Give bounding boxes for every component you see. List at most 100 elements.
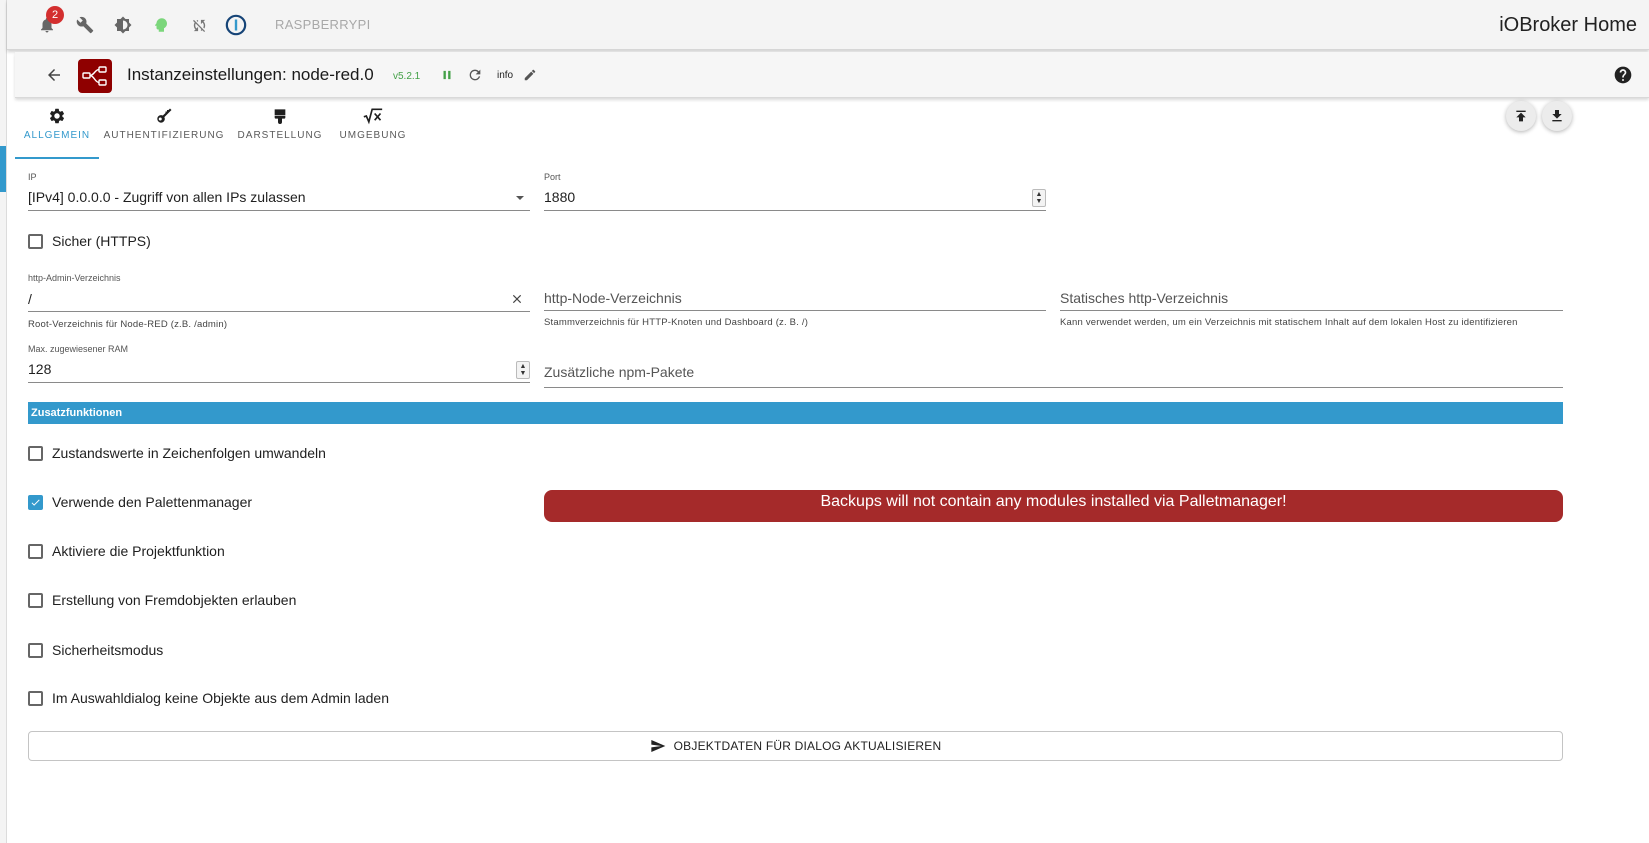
tab-allgemein[interactable]: ALLGEMEIN (15, 103, 99, 159)
palette-manager-warning: Backups will not contain any modules ins… (544, 490, 1563, 522)
notification-badge: 2 (46, 6, 64, 24)
page-title: Instanzeinstellungen: node-red.0 (127, 65, 374, 84)
reload-instance-button[interactable] (465, 65, 485, 85)
admin-dir-underline (28, 311, 530, 312)
option-checkbox-palette-manager[interactable] (28, 495, 43, 510)
port-input[interactable]: Port 1880 (544, 172, 1046, 205)
active-menu-marker (0, 146, 6, 192)
left-drawer-strip (0, 0, 7, 843)
option-checkbox-no-admin-objects[interactable] (28, 691, 43, 706)
brightness-icon (114, 16, 132, 34)
option-checkbox-foreign-objects[interactable] (28, 593, 43, 608)
ip-select[interactable]: IP [IPv4] 0.0.0.0 - Zugriff von allen IP… (28, 172, 530, 205)
notifications-button[interactable]: 2 (34, 6, 64, 38)
node-red-logo (78, 59, 112, 93)
back-button[interactable] (42, 63, 66, 87)
update-button-label: OBJEKTDATEN FÜR DIALOG AKTUALISIEREN (673, 739, 942, 753)
pause-instance-button[interactable] (437, 65, 457, 85)
sync-button[interactable] (186, 12, 212, 38)
host-name: RASPBERRYPI (275, 17, 371, 32)
tab-label: ALLGEMEIN (23, 130, 91, 141)
section-header-zusatzfunktionen: Zusatzfunktionen (28, 402, 1563, 424)
port-underline (544, 210, 1046, 211)
top-app-bar: 2 RASPBERRYPI iOBroker Home (7, 0, 1649, 50)
gear-icon (49, 108, 65, 124)
app-title: iOBroker Home (1499, 14, 1637, 36)
max-ram-input[interactable]: Max. zugewiesener RAM 128 (28, 344, 530, 377)
admin-dir-input[interactable]: http-Admin-Verzeichnis / (28, 273, 530, 307)
option-label: Verwende den Palettenmanager (52, 494, 253, 510)
port-label: Port (544, 172, 561, 182)
checkmark-icon (31, 499, 40, 506)
static-dir-underline (1060, 310, 1563, 311)
node-dir-underline (544, 310, 1046, 311)
upload-icon (1516, 110, 1526, 122)
edit-loglevel-button[interactable] (520, 65, 540, 85)
static-dir-input[interactable]: Statisches http-Verzeichnis (1060, 290, 1228, 306)
head-icon (154, 18, 167, 32)
port-stepper[interactable]: ▲ ▼ (1032, 189, 1046, 207)
pause-icon (443, 70, 451, 80)
node-dir-helper: Stammverzeichnis für HTTP-Knoten und Das… (544, 317, 809, 328)
option-checkbox-safe-mode[interactable] (28, 643, 43, 658)
option-label: Zustandswerte in Zeichenfolgen umwandeln (52, 445, 326, 461)
sqrt-x-icon (363, 108, 383, 125)
admin-dir-label: http-Admin-Verzeichnis (28, 273, 121, 283)
option-label: Im Auswahldialog keine Objekte aus dem A… (52, 690, 389, 706)
settings-wrench-button[interactable] (72, 12, 98, 38)
upload-config-button[interactable] (1506, 101, 1536, 131)
close-icon (512, 294, 522, 304)
tab-authentifizierung[interactable]: AUTHENTIFIZIERUNG (104, 103, 223, 159)
admin-dir-value: / (28, 291, 32, 307)
max-ram-value: 128 (28, 361, 52, 377)
option-checkbox-projects[interactable] (28, 544, 43, 559)
help-button[interactable] (1611, 63, 1635, 87)
page: 2 RASPBERRYPI iOBroker Home Instanzeinst… (0, 0, 1649, 843)
sync-disabled-icon (192, 19, 205, 32)
adapter-version: v5.2.1 (393, 71, 421, 82)
static-dir-helper: Kann verwendet werden, um ein Verzeichni… (1060, 317, 1518, 328)
option-label: Aktiviere die Projektfunktion (52, 543, 225, 559)
key-icon (157, 108, 172, 123)
pencil-icon (524, 69, 536, 81)
option-label: Sicherheitsmodus (52, 642, 164, 658)
tab-label: AUTHENTIFIZIERUNG (103, 130, 225, 141)
https-checkbox[interactable] (28, 234, 43, 249)
update-object-data-button[interactable]: OBJEKTDATEN FÜR DIALOG AKTUALISIEREN (28, 731, 1563, 761)
node-dir-input[interactable]: http-Node-Verzeichnis (544, 290, 682, 306)
chevron-up-icon: ▲ (519, 363, 527, 370)
instance-header: Instanzeinstellungen: node-red.0 v5.2.1 … (15, 52, 1649, 98)
theme-toggle-button[interactable] (110, 12, 136, 38)
brush-icon (274, 109, 286, 124)
tab-umgebung[interactable]: UMGEBUNG (339, 103, 407, 159)
chevron-down-icon: ▼ (1035, 198, 1043, 205)
https-label: Sicher (HTTPS) (52, 233, 151, 249)
option-checkbox-string-states[interactable] (28, 446, 43, 461)
wrench-icon (76, 16, 94, 34)
max-ram-stepper[interactable]: ▲ ▼ (516, 361, 530, 379)
option-label: Erstellung von Fremdobjekten erlauben (52, 592, 297, 608)
admin-dir-helper: Root-Verzeichnis für Node-RED (z.B. /adm… (28, 319, 228, 330)
max-ram-underline (28, 382, 530, 383)
port-value: 1880 (544, 189, 576, 205)
npm-packages-input[interactable]: Zusätzliche npm-Pakete (544, 364, 694, 380)
refresh-icon (469, 69, 481, 81)
expert-mode-button[interactable] (148, 12, 174, 38)
tab-label: UMGEBUNG (339, 130, 407, 141)
iobroker-logo-icon (225, 14, 247, 36)
send-icon (650, 740, 665, 752)
tab-darstellung[interactable]: DARSTELLUNG (237, 103, 323, 159)
download-icon (1552, 110, 1562, 122)
ip-underline (28, 210, 530, 211)
clear-admin-dir-button[interactable] (509, 291, 525, 307)
log-level: info (497, 70, 514, 81)
npm-packages-underline (544, 387, 1563, 388)
max-ram-label: Max. zugewiesener RAM (28, 344, 129, 354)
arrow-back-icon (48, 69, 60, 81)
dropdown-arrow-icon (516, 196, 524, 200)
node-red-logo-icon (82, 66, 107, 86)
iobroker-logo (223, 12, 249, 38)
download-config-button[interactable] (1542, 101, 1572, 131)
ip-value: [IPv4] 0.0.0.0 - Zugriff von allen IPs z… (28, 189, 306, 205)
tab-label: DARSTELLUNG (237, 130, 323, 141)
